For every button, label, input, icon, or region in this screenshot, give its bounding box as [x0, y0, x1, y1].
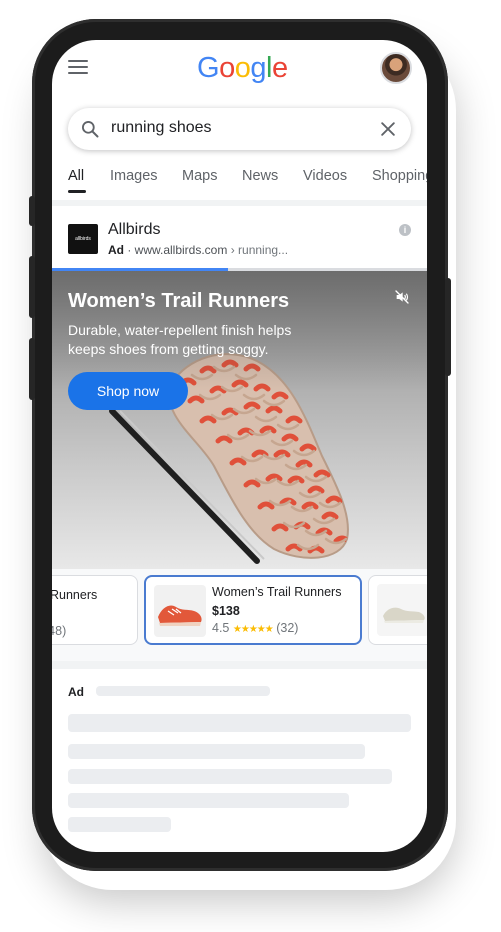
- tab-all[interactable]: All: [68, 168, 84, 184]
- product-carousel[interactable]: Runners (48) Women’s Trail Runners $138 …: [52, 569, 427, 661]
- side-button-left-3: [29, 338, 35, 400]
- running-shoe-icon: [158, 605, 202, 626]
- avatar[interactable]: [380, 52, 412, 84]
- product-image: [154, 585, 206, 637]
- search-tabs: All Images Maps News Videos Shopping: [68, 168, 427, 198]
- shop-now-button[interactable]: Shop now: [68, 372, 188, 410]
- product-image: [377, 584, 427, 636]
- tab-news[interactable]: News: [242, 168, 278, 184]
- ad-url[interactable]: Ad · www.allbirds.com › running...: [108, 243, 288, 257]
- divider: [52, 661, 427, 669]
- advertiser-name[interactable]: Allbirds: [108, 221, 160, 239]
- phone-screen: Google running shoes All Images Maps New…: [52, 40, 427, 852]
- placeholder-block: [68, 714, 411, 732]
- placeholder-line: [68, 769, 392, 784]
- product-card-selected[interactable]: Women’s Trail Runners $138 4.5 ★★★★★ (32…: [144, 575, 362, 645]
- divider: [52, 200, 427, 206]
- search-box[interactable]: running shoes: [68, 108, 411, 150]
- info-icon[interactable]: i: [399, 224, 411, 236]
- advertiser-logo[interactable]: allbirds: [68, 224, 98, 254]
- placeholder-line: [68, 793, 349, 808]
- product-card[interactable]: [368, 575, 427, 645]
- search-input[interactable]: running shoes: [111, 119, 212, 137]
- star-rating-icon: ★★★★★: [232, 624, 274, 635]
- active-tab-indicator: [68, 190, 86, 193]
- placeholder-line: [96, 686, 270, 696]
- ad-domain: · www.allbirds.com: [124, 243, 228, 257]
- product-rating: 4.5 ★★★★★ (32): [212, 621, 298, 635]
- product-title: Runners: [52, 588, 98, 602]
- ad-video-hero[interactable]: Women’s Trail Runners Durable, water-rep…: [52, 271, 427, 569]
- ad-badge: Ad: [108, 243, 124, 257]
- review-count: (32): [276, 621, 299, 635]
- product-title: Women’s Trail Runners: [212, 585, 342, 599]
- rating-value: 4.5: [212, 621, 230, 635]
- tab-maps[interactable]: Maps: [182, 168, 217, 184]
- hamburger-menu-icon[interactable]: [68, 60, 88, 76]
- search-icon: [82, 121, 99, 138]
- side-button-right: [445, 278, 451, 376]
- google-logo[interactable]: Google: [197, 52, 288, 85]
- placeholder-line: [68, 744, 365, 759]
- product-price: $138: [212, 604, 240, 618]
- close-icon[interactable]: [378, 119, 398, 139]
- tab-videos[interactable]: Videos: [303, 168, 347, 184]
- sneaker-icon: [383, 607, 425, 623]
- mute-icon[interactable]: [394, 289, 410, 305]
- placeholder-line: [68, 817, 171, 832]
- side-button-left-2: [29, 256, 35, 318]
- ad-description: Durable, water-repellent finish helps ke…: [68, 322, 292, 357]
- product-reviews: (48): [52, 624, 67, 638]
- ad-url-path: › running...: [227, 243, 289, 257]
- tab-shopping[interactable]: Shopping: [372, 168, 427, 184]
- side-button-left-1: [29, 196, 35, 226]
- ad-label: Ad: [68, 685, 84, 699]
- product-card[interactable]: Runners (48): [52, 575, 138, 645]
- ad-headline: Women’s Trail Runners: [68, 290, 290, 312]
- tab-images[interactable]: Images: [110, 168, 158, 184]
